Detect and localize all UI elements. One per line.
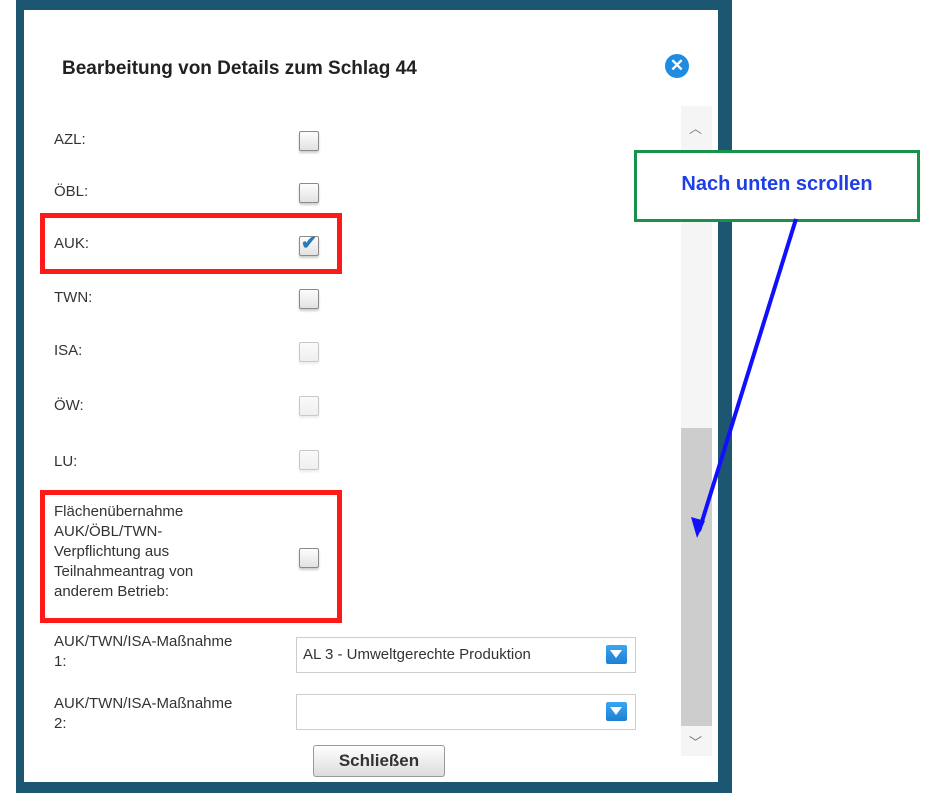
arrow-icon (691, 218, 798, 538)
